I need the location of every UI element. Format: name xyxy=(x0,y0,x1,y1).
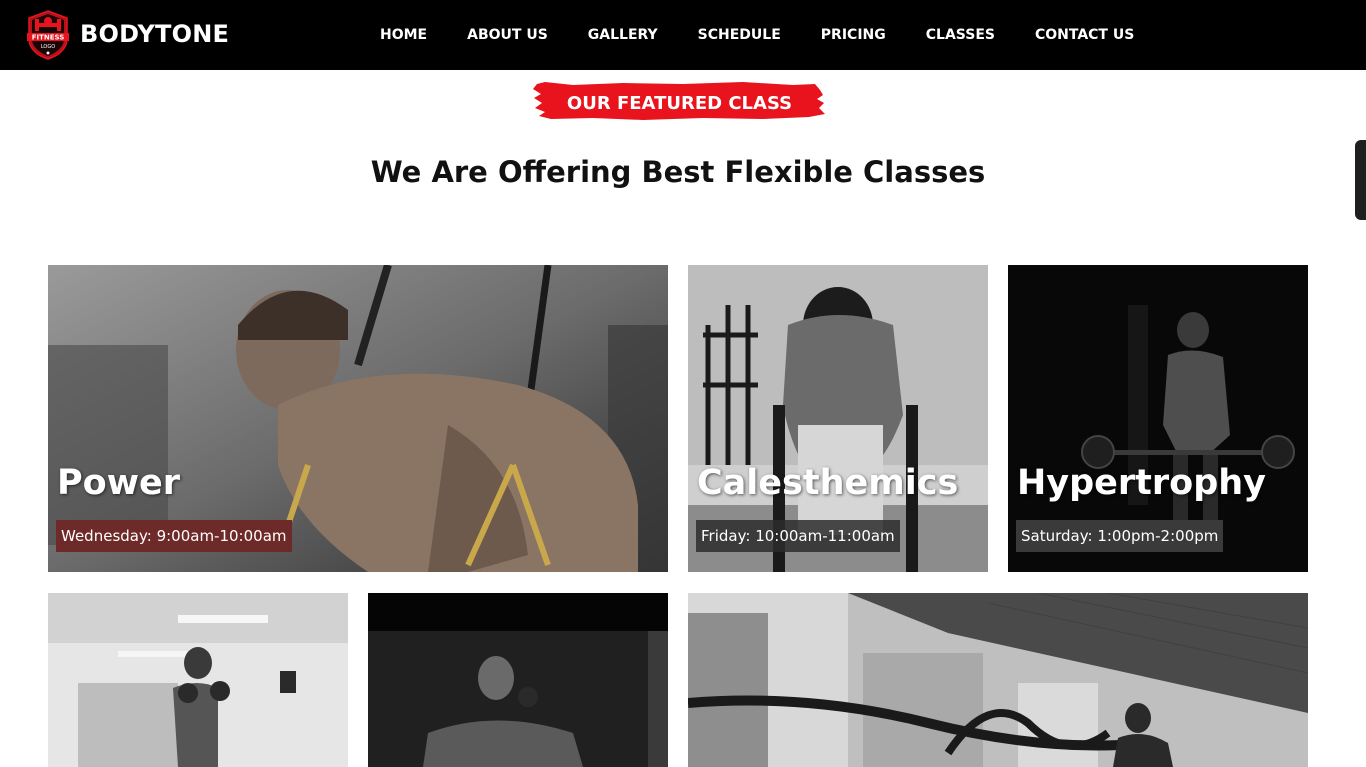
nav-gallery[interactable]: GALLERY xyxy=(568,0,678,70)
fitness-logo-icon[interactable]: FITNESS LOGO xyxy=(25,9,71,61)
nav-contact-us[interactable]: CONTACT US xyxy=(1015,0,1154,70)
site-header: FITNESS LOGO BODYTONE HOME ABOUT US GALL… xyxy=(0,0,1366,70)
class-card-battle-ropes[interactable] xyxy=(688,593,1308,767)
nav-about-us[interactable]: ABOUT US xyxy=(447,0,568,70)
class-card-boxing[interactable] xyxy=(48,593,348,767)
class-card-fitness[interactable] xyxy=(368,593,668,767)
class-photo-battle-ropes xyxy=(688,593,1308,767)
page-scrollbar-thumb[interactable] xyxy=(1355,140,1366,220)
svg-text:FITNESS: FITNESS xyxy=(32,34,65,42)
nav-home[interactable]: HOME xyxy=(360,0,447,70)
main-nav: HOME ABOUT US GALLERY SCHEDULE PRICING C… xyxy=(360,0,1154,70)
class-title-power: Power xyxy=(57,463,181,503)
nav-pricing[interactable]: PRICING xyxy=(801,0,906,70)
brand-name[interactable]: BODYTONE xyxy=(80,19,229,49)
class-card-power[interactable]: Power Wednesday: 9:00am-10:00am xyxy=(48,265,668,572)
class-title-calesthemics: Calesthemics xyxy=(697,463,959,503)
nav-schedule[interactable]: SCHEDULE xyxy=(678,0,801,70)
class-photo-boxing xyxy=(48,593,348,767)
nav-classes[interactable]: CLASSES xyxy=(906,0,1015,70)
svg-text:LOGO: LOGO xyxy=(41,44,55,50)
class-card-hypertrophy[interactable]: Hypertrophy Saturday: 1:00pm-2:00pm xyxy=(1008,265,1308,572)
featured-eyebrow-label: OUR FEATURED CLASS xyxy=(566,93,793,114)
class-title-hypertrophy: Hypertrophy xyxy=(1017,463,1266,503)
class-card-calesthemics[interactable]: Calesthemics Friday: 10:00am-11:00am xyxy=(688,265,988,572)
section-title: We Are Offering Best Flexible Classes xyxy=(370,155,986,189)
featured-eyebrow: OUR FEATURED CLASS xyxy=(533,81,826,121)
class-schedule-hypertrophy: Saturday: 1:00pm-2:00pm xyxy=(1016,520,1224,552)
class-schedule-power: Wednesday: 9:00am-10:00am xyxy=(56,520,292,552)
class-schedule-calesthemics: Friday: 10:00am-11:00am xyxy=(696,520,900,552)
class-photo-fitness xyxy=(368,593,668,767)
